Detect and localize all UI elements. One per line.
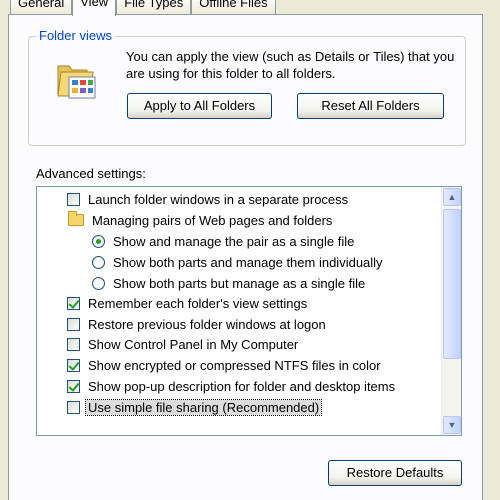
setting-remember-view[interactable]: Remember each folder's view settings [67,293,307,313]
setting-label: Remember each folder's view settings [88,295,308,311]
setting-label: Launch folder windows in a separate proc… [88,191,349,207]
checkbox-icon[interactable] [67,317,80,331]
radio-selected-icon[interactable] [92,234,105,248]
tab-file-types[interactable]: File Types [116,0,192,15]
scroll-down-icon[interactable]: ▼ [443,416,461,434]
setting-label: Show Control Panel in My Computer [88,336,299,352]
option-manage-individually[interactable]: Show both parts and manage them individu… [92,252,383,272]
setting-group-web-pages: Managing pairs of Web pages and folders [68,210,332,230]
option-label: Show and manage the pair as a single fil… [113,233,355,249]
scroll-up-icon[interactable]: ▲ [443,188,461,206]
tab-strip: General View File Types Offline Files [10,0,276,16]
setting-label: Managing pairs of Web pages and folders [92,212,333,228]
option-both-parts-single-file[interactable]: Show both parts but manage as a single f… [92,273,365,293]
radio-icon[interactable] [92,276,105,290]
setting-simple-file-sharing[interactable]: Use simple file sharing (Recommended) [67,397,323,417]
advanced-settings-label: Advanced settings: [36,166,146,181]
scroll-thumb[interactable] [443,209,461,359]
folder-views-description: You can apply the view (such as Details … [126,49,455,81]
setting-label: Show pop-up description for folder and d… [88,378,396,394]
tab-view[interactable]: View [72,0,117,16]
checkbox-checked-icon[interactable] [67,379,80,393]
tab-general[interactable]: General [10,0,73,15]
setting-control-panel[interactable]: Show Control Panel in My Computer [67,334,298,354]
setting-restore-windows[interactable]: Restore previous folder windows at logon [67,314,326,334]
tab-offline-files[interactable]: Offline Files [191,0,276,15]
reset-all-folders-button[interactable]: Reset All Folders [297,93,444,119]
vertical-scrollbar[interactable]: ▲ ▼ [441,187,461,435]
advanced-settings-list[interactable]: Launch folder windows in a separate proc… [36,186,462,436]
checkbox-icon[interactable] [67,400,80,414]
folder-views-title: Folder views [36,28,115,43]
checkbox-icon[interactable] [67,192,80,206]
setting-popup-description[interactable]: Show pop-up description for folder and d… [67,376,395,396]
radio-icon[interactable] [92,255,105,269]
option-label: Show both parts but manage as a single f… [113,275,366,291]
apply-to-all-folders-button[interactable]: Apply to All Folders [127,93,272,119]
restore-defaults-button[interactable]: Restore Defaults [328,460,462,486]
folder-icon [68,211,84,226]
setting-launch-separate-process[interactable]: Launch folder windows in a separate proc… [67,189,348,209]
checkbox-checked-icon[interactable] [67,358,80,372]
setting-ntfs-color[interactable]: Show encrypted or compressed NTFS files … [67,355,381,375]
advanced-settings-items: Launch folder windows in a separate proc… [37,187,441,435]
setting-label: Restore previous folder windows at logon [88,316,326,332]
setting-label: Use simple file sharing (Recommended) [84,398,323,416]
option-single-file[interactable]: Show and manage the pair as a single fil… [92,231,354,251]
setting-label: Show encrypted or compressed NTFS files … [88,357,381,373]
option-label: Show both parts and manage them individu… [113,254,383,270]
folder-views-icon [55,58,99,100]
checkbox-icon[interactable] [67,337,80,351]
checkbox-checked-icon[interactable] [67,296,80,310]
